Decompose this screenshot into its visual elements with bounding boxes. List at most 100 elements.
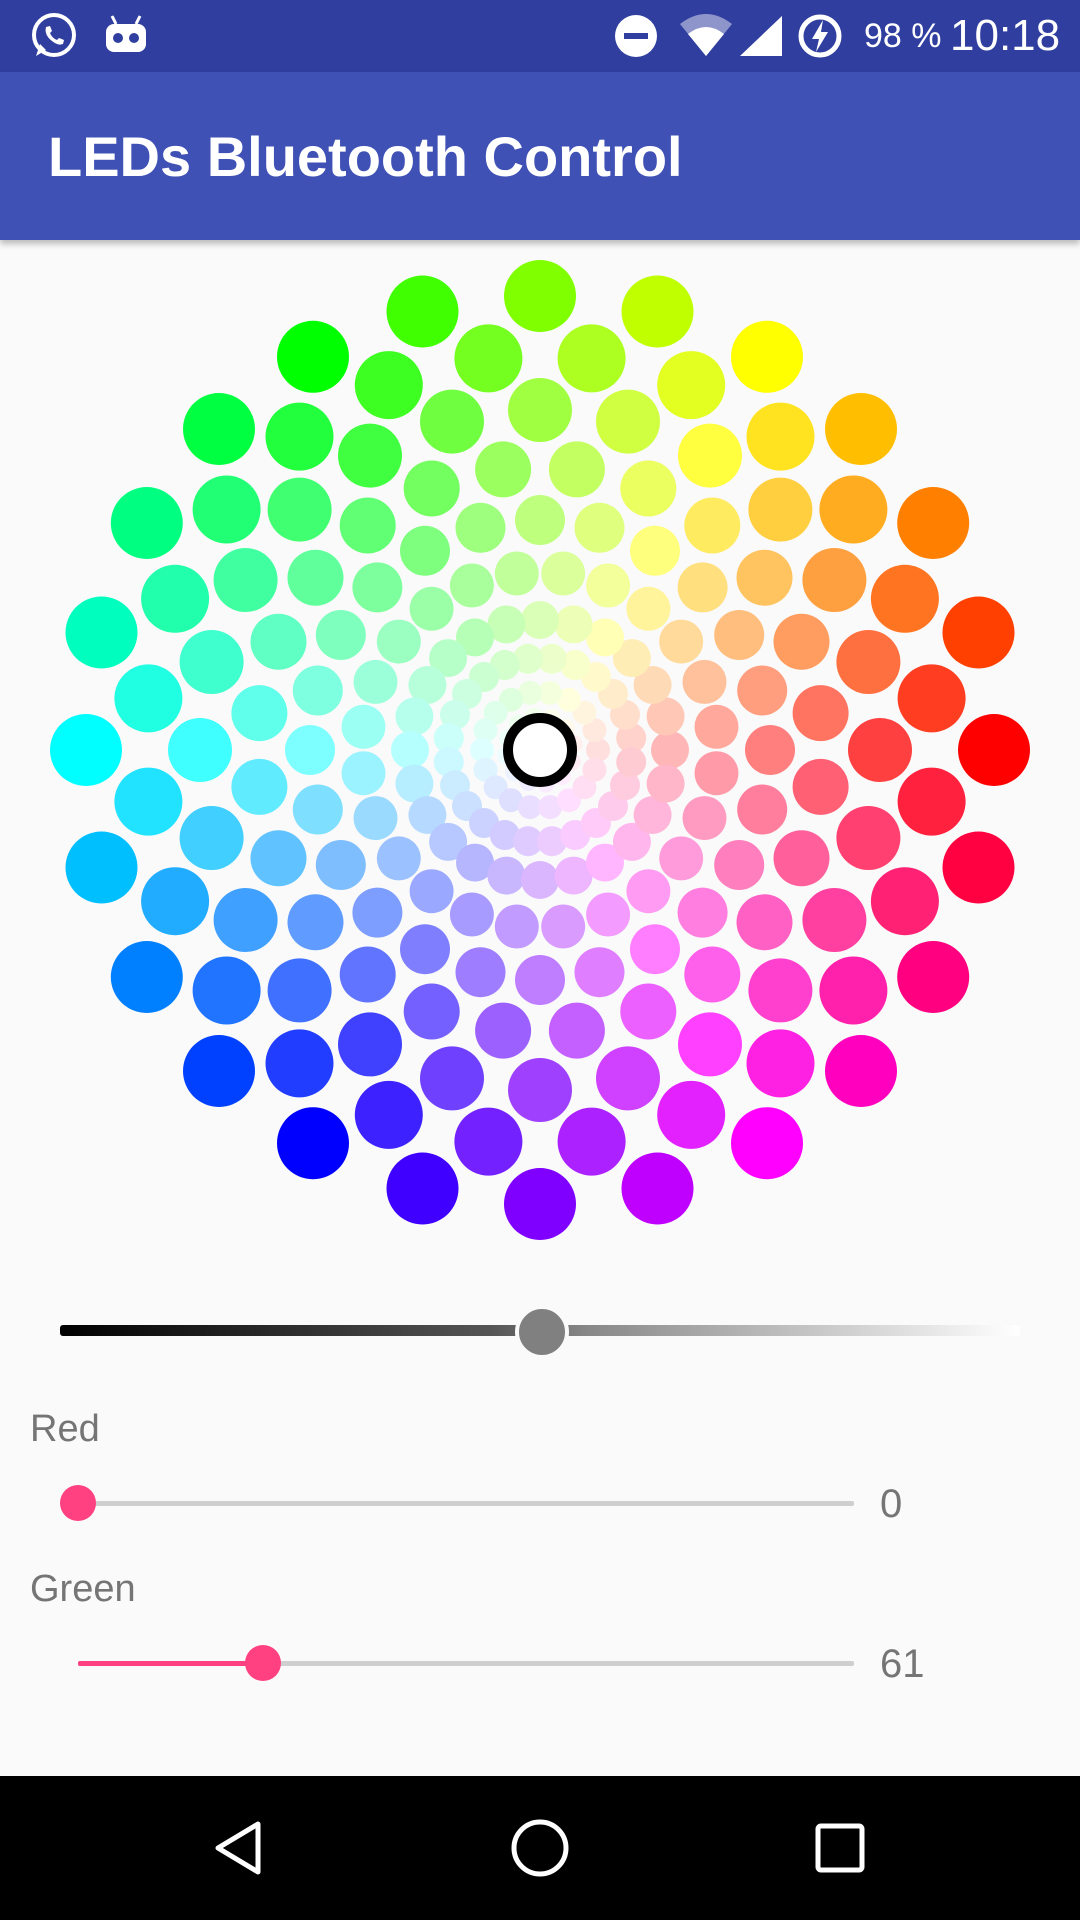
color-swatch[interactable] <box>630 924 680 975</box>
color-swatch[interactable] <box>292 784 343 835</box>
color-swatch[interactable] <box>292 665 343 716</box>
color-swatch[interactable] <box>746 402 815 471</box>
color-swatch[interactable] <box>141 564 210 633</box>
color-swatch[interactable] <box>508 1058 572 1122</box>
color-swatch[interactable] <box>277 320 349 393</box>
color-swatch[interactable] <box>277 1107 349 1180</box>
color-swatch[interactable] <box>494 551 539 596</box>
color-swatch[interactable] <box>748 477 813 542</box>
color-swatch[interactable] <box>677 562 728 613</box>
color-swatch[interactable] <box>386 275 459 348</box>
color-swatch[interactable] <box>508 378 572 442</box>
color-swatch[interactable] <box>678 423 742 488</box>
color-swatch[interactable] <box>802 888 867 952</box>
color-swatch[interactable] <box>684 946 741 1003</box>
color-swatch[interactable] <box>621 1152 694 1225</box>
color-swatch[interactable] <box>736 894 793 951</box>
color-swatch[interactable] <box>179 630 244 694</box>
color-swatch[interactable] <box>773 830 830 887</box>
color-swatch[interactable] <box>682 659 727 704</box>
color-swatch[interactable] <box>339 497 396 554</box>
back-icon[interactable] <box>160 1776 320 1920</box>
color-swatch[interactable] <box>792 758 849 815</box>
color-swatch[interactable] <box>548 441 605 498</box>
color-swatch[interactable] <box>420 1046 484 1111</box>
color-swatch[interactable] <box>409 586 454 631</box>
color-swatch[interactable] <box>494 904 539 949</box>
color-swatch[interactable] <box>250 830 307 887</box>
color-swatch[interactable] <box>586 563 631 608</box>
color-swatch[interactable] <box>684 497 741 554</box>
color-swatch[interactable] <box>626 869 671 914</box>
color-swatch[interactable] <box>386 1152 459 1225</box>
color-swatch[interactable] <box>192 956 261 1025</box>
color-swatch[interactable] <box>714 610 765 660</box>
red-slider-track[interactable] <box>78 1501 854 1506</box>
color-swatch[interactable] <box>521 861 559 899</box>
color-swatch[interactable] <box>682 796 727 841</box>
color-swatch[interactable] <box>746 1029 815 1098</box>
color-swatch[interactable] <box>574 947 625 998</box>
color-swatch[interactable] <box>819 475 888 544</box>
color-swatch[interactable] <box>400 525 450 576</box>
color-swatch[interactable] <box>141 867 210 936</box>
color-swatch[interactable] <box>341 704 386 749</box>
color-swatch[interactable] <box>596 1046 660 1111</box>
color-swatch[interactable] <box>354 351 423 420</box>
color-swatch[interactable] <box>677 887 728 938</box>
color-swatch[interactable] <box>958 714 1030 786</box>
color-swatch[interactable] <box>183 393 255 465</box>
color-swatch[interactable] <box>620 983 677 1040</box>
color-swatch[interactable] <box>454 324 523 393</box>
color-swatch[interactable] <box>630 525 680 576</box>
red-slider-thumb[interactable] <box>60 1485 96 1521</box>
green-slider-thumb[interactable] <box>245 1645 282 1681</box>
color-swatch[interactable] <box>231 685 288 742</box>
color-swatch[interactable] <box>737 784 788 835</box>
red-slider[interactable] <box>60 1478 854 1528</box>
color-swatch[interactable] <box>548 1002 605 1059</box>
color-swatch[interactable] <box>183 1035 255 1107</box>
color-swatch[interactable] <box>836 806 901 870</box>
color-swatch[interactable] <box>736 549 793 606</box>
color-swatch[interactable] <box>409 869 454 914</box>
color-swatch[interactable] <box>213 548 278 612</box>
color-swatch[interactable] <box>694 751 739 796</box>
color-swatch[interactable] <box>942 596 1015 669</box>
color-swatch[interactable] <box>455 947 506 998</box>
color-swatch[interactable] <box>449 563 494 608</box>
color-swatch[interactable] <box>449 892 494 937</box>
color-swatch[interactable] <box>897 941 970 1013</box>
color-swatch[interactable] <box>582 757 607 782</box>
color-swatch[interactable] <box>354 1080 423 1149</box>
color-swatch[interactable] <box>110 941 183 1013</box>
color-swatch[interactable] <box>353 659 398 704</box>
color-swatch[interactable] <box>179 806 244 870</box>
color-swatch[interactable] <box>65 831 138 904</box>
recents-icon[interactable] <box>760 1776 920 1920</box>
color-swatch[interactable] <box>897 664 966 733</box>
color-swatch[interactable] <box>659 619 704 664</box>
color-swatch[interactable] <box>802 548 867 612</box>
color-swatch[interactable] <box>620 460 677 517</box>
color-swatch[interactable] <box>395 697 434 736</box>
color-swatch[interactable] <box>352 887 403 938</box>
color-swatch[interactable] <box>651 731 689 769</box>
color-swatch[interactable] <box>267 958 332 1023</box>
color-swatch[interactable] <box>626 586 671 631</box>
color-swatch[interactable] <box>231 758 288 815</box>
home-icon[interactable] <box>460 1776 620 1920</box>
color-swatch[interactable] <box>541 904 586 949</box>
color-swatch[interactable] <box>825 1035 897 1107</box>
green-slider[interactable] <box>78 1638 854 1688</box>
color-swatch[interactable] <box>110 487 183 559</box>
color-swatch[interactable] <box>870 867 939 936</box>
color-swatch[interactable] <box>285 725 335 775</box>
color-swatch[interactable] <box>287 894 344 951</box>
color-swatch[interactable] <box>515 495 565 545</box>
color-swatch[interactable] <box>65 596 138 669</box>
color-swatch[interactable] <box>825 393 897 465</box>
color-swatch[interactable] <box>515 955 565 1005</box>
color-swatch[interactable] <box>521 601 559 639</box>
color-swatch[interactable] <box>265 1029 334 1098</box>
